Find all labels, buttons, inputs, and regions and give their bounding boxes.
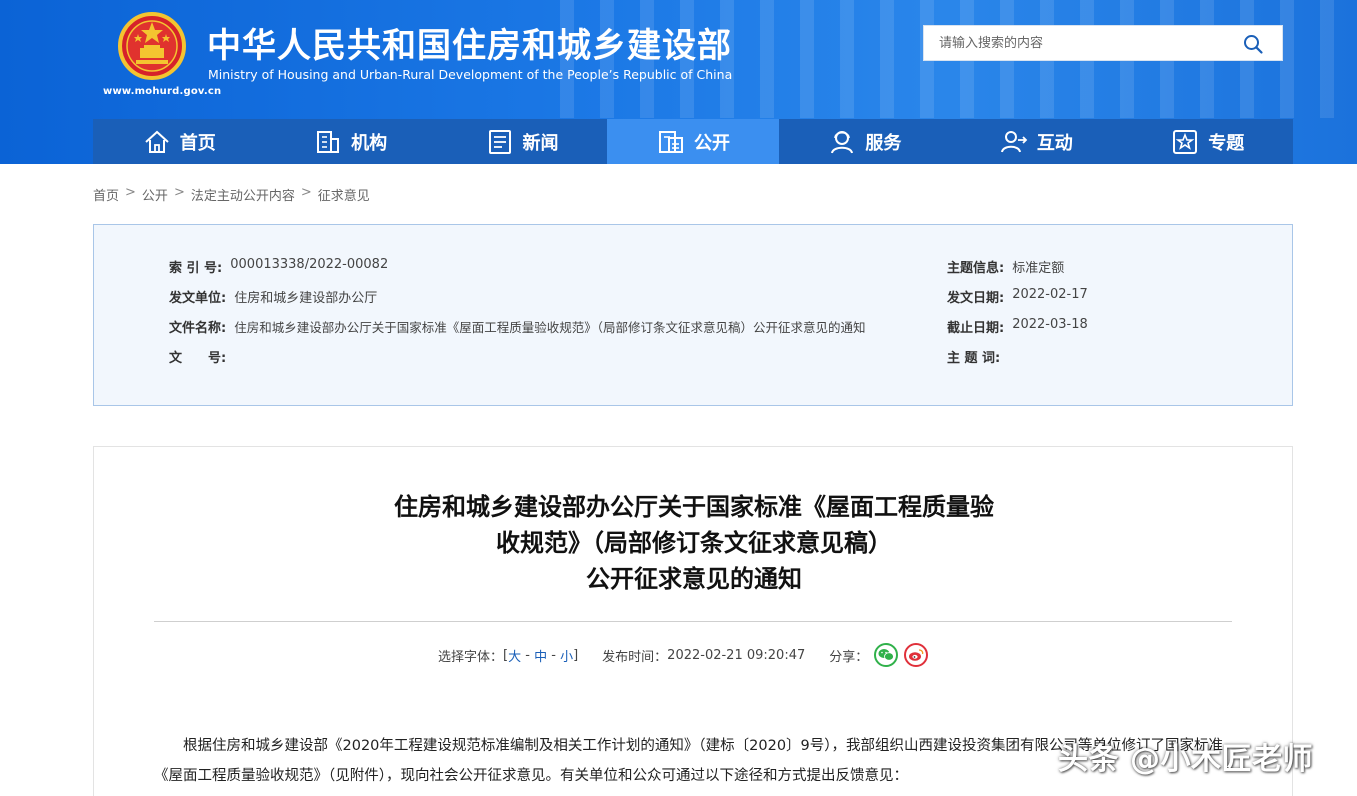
info-docno: 文 号: <box>169 347 234 366</box>
nav-label: 专题 <box>1208 132 1245 154</box>
article-title-line3: 公开征求意见的通知 <box>586 565 802 593</box>
nav-label: 公开 <box>693 132 730 154</box>
info-filename: 文件名称: 住房和城乡建设部办公厅关于国家标准《屋面工程质量验收规范》（局部修订… <box>169 317 865 336</box>
home-icon <box>145 130 169 153</box>
news-icon <box>488 129 511 154</box>
title-divider <box>154 621 1232 622</box>
info-index: 索 引 号: 000013338/2022-00082 <box>169 257 388 276</box>
national-emblem-icon[interactable] <box>118 12 186 80</box>
star-icon <box>1173 129 1198 154</box>
font-dash: - <box>521 647 535 663</box>
font-bracket-close: ] <box>573 647 579 663</box>
site-title[interactable]: 中华人民共和国住房和城乡建设部 <box>207 18 732 67</box>
search-box <box>923 25 1283 61</box>
nav-item-service[interactable]: 服务 <box>779 119 950 164</box>
breadcrumb-home[interactable]: 首页 <box>93 185 119 204</box>
info-keyword-label: 主 题 词: <box>947 351 1001 366</box>
article-title-line2: 收规范》（局部修订条文征求意见稿） <box>496 529 892 557</box>
info-date: 发文日期: 2022-02-17 <box>947 287 1088 306</box>
nav-item-disclosure[interactable]: 公开 <box>607 119 779 164</box>
info-filename-value: 住房和城乡建设部办公厅关于国家标准《屋面工程质量验收规范》（局部修订条文征求意见… <box>234 320 866 335</box>
info-date-label: 发文日期: <box>947 291 1005 306</box>
font-small-button[interactable]: 小 <box>560 646 573 665</box>
info-filename-label: 文件名称: <box>169 321 227 336</box>
nav-label: 互动 <box>1036 132 1073 154</box>
building-icon <box>317 130 340 153</box>
info-deadline: 截止日期: 2022-03-18 <box>947 317 1088 336</box>
font-large-button[interactable]: 大 <box>508 646 521 665</box>
info-keyword: 主 题 词: <box>947 347 1008 366</box>
article-meta: 选择字体： [ 大 - 中 - 小 ] 发布时间： 2022-02-21 09:… <box>438 643 929 667</box>
nav-item-interaction[interactable]: 互动 <box>950 119 1121 164</box>
interaction-icon <box>1000 130 1028 152</box>
main-nav: 首页 机构 新闻 公开 服务 互动 专题 <box>93 119 1293 164</box>
nav-item-topics[interactable]: 专题 <box>1122 119 1293 164</box>
share-label: 分享： <box>829 649 869 665</box>
font-medium-button[interactable]: 中 <box>534 646 547 665</box>
watermark-text: 头条 @小木匠老师 <box>1058 742 1313 777</box>
nav-label: 新闻 <box>522 132 559 154</box>
breadcrumb-separator: > <box>173 185 185 200</box>
info-index-value: 000013338/2022-00082 <box>230 257 389 272</box>
info-docno-label: 文 号: <box>169 351 227 366</box>
breadcrumb-statutory[interactable]: 法定主动公开内容 <box>191 185 295 204</box>
breadcrumb-consultation[interactable]: 征求意见 <box>318 185 370 204</box>
font-dash: - <box>547 647 561 663</box>
info-issuer-label: 发文单位: <box>169 291 227 306</box>
publish-time-label: 发布时间： <box>602 649 668 665</box>
info-index-label: 索 引 号: <box>169 261 223 276</box>
info-topic: 主题信息: 标准定额 <box>947 257 1064 276</box>
nav-label: 服务 <box>865 132 902 154</box>
document-info-box: 索 引 号: 000013338/2022-00082 发文单位: 住房和城乡建… <box>93 224 1293 406</box>
info-date-value: 2022-02-17 <box>1012 287 1088 302</box>
font-size-label: 选择字体： <box>438 649 504 665</box>
breadcrumb: 首页 > 公开 > 法定主动公开内容 > 征求意见 <box>93 185 370 204</box>
info-topic-value: 标准定额 <box>1012 261 1065 276</box>
article-title-line1: 住房和城乡建设部办公厅关于国家标准《屋面工程质量验 <box>394 493 994 521</box>
breadcrumb-disclosure[interactable]: 公开 <box>142 185 168 204</box>
service-icon <box>831 130 854 153</box>
article-title: 住房和城乡建设部办公厅关于国家标准《屋面工程质量验 收规范》（局部修订条文征求意… <box>94 489 1294 597</box>
nav-label: 首页 <box>179 132 216 154</box>
site-subtitle: Ministry of Housing and Urban-Rural Deve… <box>208 67 733 82</box>
info-issuer: 发文单位: 住房和城乡建设部办公厅 <box>169 287 377 306</box>
nav-item-news[interactable]: 新闻 <box>436 119 607 164</box>
site-url: www.mohurd.gov.cn <box>103 86 222 97</box>
breadcrumb-separator: > <box>300 185 312 200</box>
wechat-icon <box>878 649 895 661</box>
nav-item-organization[interactable]: 机构 <box>264 119 435 164</box>
info-issuer-value: 住房和城乡建设部办公厅 <box>234 291 378 306</box>
search-icon[interactable] <box>1242 33 1264 55</box>
disclosure-icon <box>658 130 683 153</box>
info-topic-label: 主题信息: <box>947 261 1005 276</box>
publish-time-value: 2022-02-21 09:20:47 <box>667 647 806 663</box>
info-deadline-label: 截止日期: <box>947 321 1005 336</box>
weibo-icon <box>909 649 924 661</box>
breadcrumb-separator: > <box>125 185 136 200</box>
info-deadline-value: 2022-03-18 <box>1012 317 1088 332</box>
wechat-share-icon[interactable] <box>874 643 899 667</box>
search-input[interactable] <box>924 26 1234 60</box>
weibo-share-icon[interactable] <box>904 643 929 667</box>
nav-label: 机构 <box>351 132 388 154</box>
nav-item-home[interactable]: 首页 <box>93 119 264 164</box>
